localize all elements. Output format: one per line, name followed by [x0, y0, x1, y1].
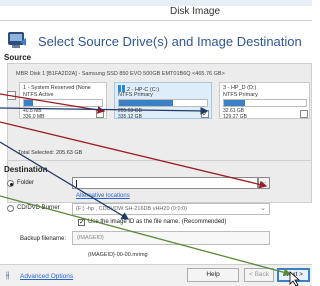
folder-option-label: Folder — [17, 180, 35, 186]
filename-preview: {IMAGEID}-00-00.mrimg — [88, 252, 148, 258]
back-button[interactable]: < Back — [244, 268, 274, 282]
title-divider — [0, 20, 312, 21]
browse-folder-button[interactable]: ... — [258, 177, 270, 189]
partition-usage-bar — [23, 99, 103, 107]
windows-logo-icon — [118, 85, 125, 92]
folder-path-input[interactable] — [72, 177, 258, 189]
partition-name: 1 - System Reserved (None — [23, 85, 91, 91]
wizard-heading: Select Source Drive(s) and Image Destina… — [38, 34, 302, 49]
partition-1-checkbox[interactable] — [96, 110, 104, 118]
chevron-down-icon: ⌄ — [260, 205, 266, 212]
partition-usage-fill — [24, 100, 34, 106]
partition-usage-bar — [118, 99, 208, 107]
destination-section-label: Destination — [4, 165, 48, 174]
use-image-id-checkbox[interactable]: ✓ — [78, 219, 85, 226]
total-selected-value: 205.63 GB — [56, 150, 83, 156]
partition-size: 129.27 GB — [223, 114, 247, 120]
partition-name: 3 - HP_D (D:) — [223, 85, 257, 91]
partition-type: NTFS Primary — [118, 92, 153, 98]
partition-type: NTFS Primary — [223, 92, 258, 98]
backup-filename-input[interactable]: {IMAGEID} — [72, 231, 270, 245]
total-selected-label: Total Selected: — [18, 150, 55, 156]
burner-option-label: CD/DVD Burner — [17, 205, 60, 211]
use-image-id-label: Use the image ID as the file name. (Reco… — [88, 219, 227, 225]
source-section-label: Source — [4, 53, 32, 62]
burner-select[interactable]: (F:) -hp , CDDVDW SH-216DB vHH20 (0:0:0)… — [72, 203, 270, 215]
partition-usage-fill — [119, 100, 173, 106]
partition-3-card[interactable]: 3 - HP_D (D:) NTFS Primary 32.61 GB 129.… — [219, 82, 310, 120]
partition-2-card[interactable]: 2 - HP-C (C:) NTFS Primary 205.63 GB 335… — [114, 82, 212, 120]
partition-3-checkbox[interactable] — [300, 110, 308, 118]
partition-type: NTFS Active — [23, 92, 54, 98]
partition-usage-bar — [223, 99, 307, 107]
alternative-locations-link[interactable]: Alternative locations — [76, 193, 130, 199]
backup-filename-label: Backup filename: — [20, 236, 67, 242]
disk-caption: MBR Disk 1 [B1FA2D2A] - Samsung SSD 850 … — [16, 71, 225, 77]
disk-select-checkbox[interactable] — [7, 91, 16, 100]
partition-1-card[interactable]: 1 - System Reserved (None NTFS Active 40… — [19, 82, 107, 120]
text-caret — [76, 180, 77, 187]
folder-radio[interactable] — [7, 180, 14, 187]
advanced-options-icon: ⫲ — [6, 270, 10, 281]
section-divider — [7, 160, 312, 161]
partition-size: 336.0 MB — [23, 114, 45, 120]
partition-size: 335.12 GB — [118, 114, 142, 120]
next-button[interactable]: Next > — [277, 268, 310, 282]
disk-image-icon — [7, 29, 29, 51]
help-button[interactable]: Help — [187, 268, 239, 282]
partition-usage-fill — [224, 100, 245, 106]
advanced-options-link[interactable]: Advanced Options — [20, 273, 73, 280]
cd-dvd-burner-radio[interactable] — [7, 205, 14, 212]
window-title: Disk Image — [169, 6, 220, 17]
partition-2-checkbox[interactable]: ✓ — [201, 110, 209, 118]
